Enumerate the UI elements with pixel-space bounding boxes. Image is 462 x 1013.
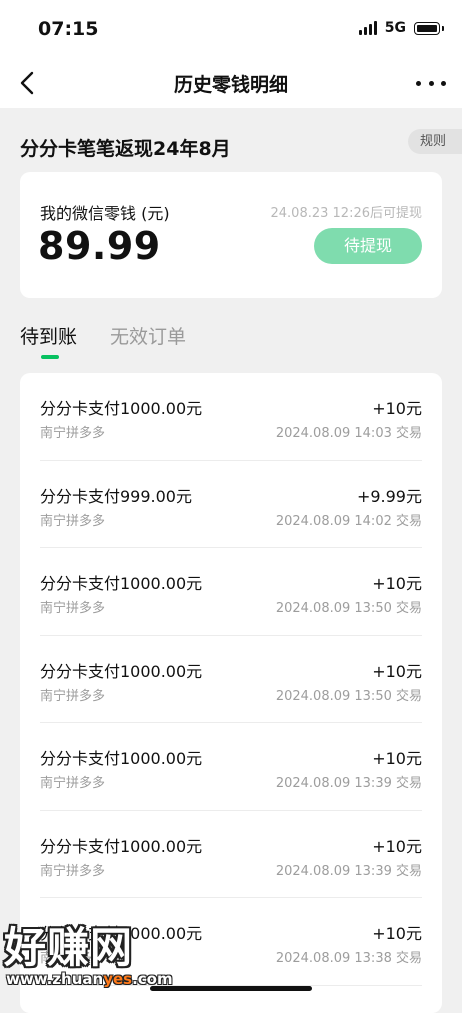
battery-icon [414,21,444,35]
page-title: 历史零钱明细 [173,74,288,96]
transaction-amount: +10元 [372,574,422,593]
transaction-time: 2024.08.09 14:02 交易 [275,513,422,529]
status-time: 07:15 [38,18,99,40]
campaign-title: 分分卡笔笔返现24年8月 [20,138,231,160]
transaction-row[interactable]: 分分卡支付999.00元 南宁拼多多 +9.99元 2024.08.09 14:… [40,461,422,548]
transaction-time: 2024.08.09 14:03 交易 [275,426,422,441]
status-bar: 07:15 5G [0,0,462,58]
transaction-title: 分分卡支付1000.00元 [40,661,203,681]
transaction-amount: +10元 [372,399,422,418]
transaction-title: 分分卡支付1000.00元 [40,749,203,768]
watermark-text: 好赚网 [4,923,134,972]
transaction-time: 2024.08.09 13:39 交易 [275,863,422,879]
balance-amount: 89.99 [38,224,161,268]
home-indicator [150,986,312,991]
transaction-title: 分分卡支付1000.00元 [40,399,203,418]
transaction-merchant: 南宁拼多多 [40,776,106,791]
transaction-merchant: 南宁拼多多 [40,513,106,529]
transaction-amount: +10元 [372,749,422,768]
transaction-amount: +10元 [372,924,422,943]
transaction-title: 分分卡支付999.00元 [40,486,192,506]
watermark-url: www.zhuanyes.com [6,970,173,988]
active-tab-indicator [41,355,59,359]
tab-pending[interactable]: 待到账 [20,322,77,349]
transaction-title: 分分卡支付1000.00元 [40,574,203,593]
more-options-icon[interactable] [416,70,446,96]
transaction-merchant: 南宁拼多多 [40,688,106,704]
transaction-row[interactable]: 分分卡支付1000.00元 南宁拼多多 +10元 2024.08.09 14:0… [40,373,422,461]
balance-card: 我的微信零钱 (元) 89.99 24.08.23 12:26后可提现 待提现 [20,172,442,298]
transaction-row[interactable]: 分分卡支付1000.00元 南宁拼多多 +10元 2024.08.09 13:5… [40,636,422,723]
rules-button[interactable]: 规则 [408,129,462,154]
status-indicators: 5G [358,20,444,36]
transaction-merchant: 南宁拼多多 [40,863,106,879]
transaction-time: 2024.08.09 13:50 交易 [275,601,422,616]
transaction-amount: +10元 [372,836,422,856]
tab-invalid-orders[interactable]: 无效订单 [110,322,186,349]
transaction-time: 2024.08.09 13:38 交易 [275,951,422,966]
nav-bar: 历史零钱明细 [0,58,462,108]
transaction-time: 2024.08.09 13:39 交易 [275,776,422,791]
transaction-amount: +9.99元 [356,486,422,506]
transaction-row[interactable]: 分分卡支付1000.00元 南宁拼多多 +10元 2024.08.09 13:3… [40,811,422,898]
transaction-title: 分分卡支付1000.00元 [40,836,203,856]
transaction-row[interactable]: 分分卡支付1000.00元 南宁拼多多 +10元 2024.08.09 13:3… [40,723,422,811]
signal-icon [358,21,377,35]
transaction-merchant: 南宁拼多多 [40,426,106,441]
transaction-row[interactable]: 分分卡支付1000.00元 南宁拼多多 +10元 2024.08.09 13:5… [40,548,422,636]
balance-label: 我的微信零钱 (元) [40,204,170,223]
withdraw-button[interactable]: 待提现 [314,228,422,264]
transaction-merchant: 南宁拼多多 [40,601,106,616]
network-type: 5G [384,20,406,36]
transaction-amount: +10元 [372,661,422,681]
transaction-time: 2024.08.09 13:50 交易 [275,688,422,704]
withdraw-hint: 24.08.23 12:26后可提现 [270,206,423,221]
